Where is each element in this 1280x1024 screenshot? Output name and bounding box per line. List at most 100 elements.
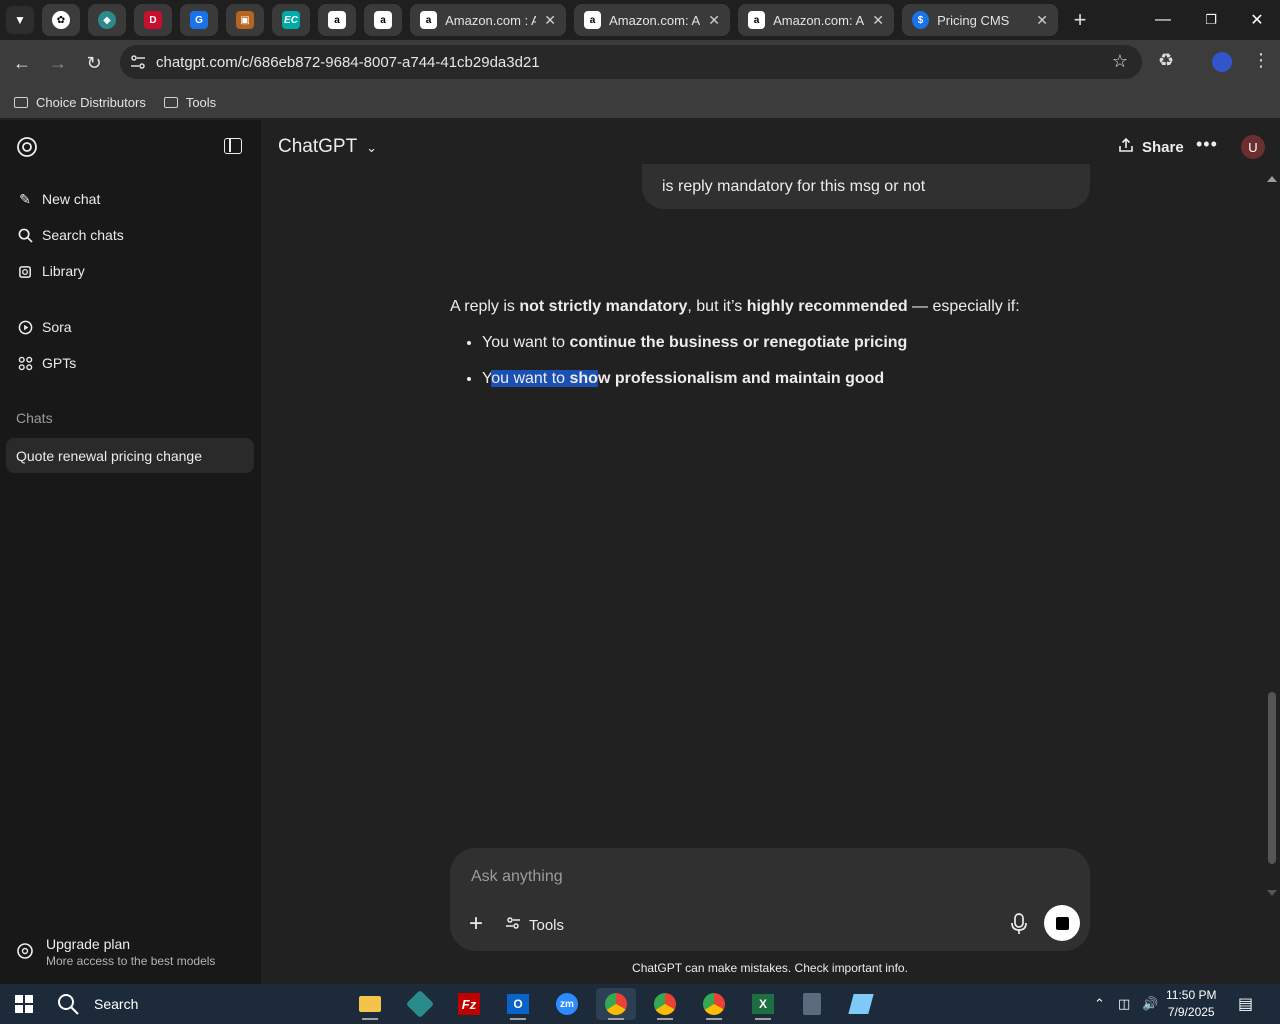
tab-amazon-1[interactable]: a Amazon.com : AL ✕ (410, 4, 566, 36)
forward-button[interactable]: → (40, 45, 76, 81)
taskbar-excel[interactable]: X (743, 988, 783, 1020)
microphone-icon[interactable] (1010, 912, 1028, 936)
user-message-text: is reply mandatory for this msg or not (662, 178, 926, 195)
start-button[interactable] (0, 984, 48, 1024)
close-window-button[interactable]: ✕ (1234, 0, 1280, 40)
scroll-down-arrow[interactable] (1267, 890, 1277, 896)
selected-text: ou want to (491, 370, 570, 387)
folder-icon (14, 96, 28, 108)
taskbar-file-explorer[interactable] (350, 988, 390, 1020)
restore-button[interactable]: ❐ (1188, 0, 1234, 40)
sidebar-toggle-icon[interactable] (224, 138, 242, 154)
taskbar-calculator[interactable] (792, 988, 832, 1020)
chatgpt-logo-icon: ✿ (52, 11, 70, 29)
text-span: — especially if: (907, 298, 1020, 315)
assistant-message: A reply is not strictly mandatory, but i… (450, 297, 1070, 405)
tab-search-button[interactable]: ▼ (6, 6, 34, 34)
taskbar-app-notes[interactable] (841, 988, 881, 1020)
upgrade-plan-button[interactable]: Upgrade plan More access to the best mod… (16, 936, 215, 968)
bookmarks-bar: Choice Distributors Tools (0, 86, 1280, 118)
extensions-icon[interactable]: ♻ (1158, 50, 1174, 71)
omnibox[interactable]: chatgpt.com/c/686eb872-9684-8007-a744-41… (120, 45, 1142, 79)
upgrade-title: Upgrade plan (46, 936, 131, 952)
bookmark-tools[interactable]: Tools (163, 95, 216, 110)
app-icon: ◆ (98, 11, 116, 29)
share-button[interactable]: Share (1118, 137, 1184, 157)
taskbar-zoom[interactable]: zm (547, 988, 587, 1020)
app-icon (848, 994, 874, 1014)
excel-icon: X (752, 994, 774, 1014)
taskbar-filezilla[interactable]: Fz (449, 988, 489, 1020)
taskbar-chrome-2[interactable] (645, 988, 685, 1020)
pinned-tab-5[interactable]: ▣ (226, 4, 264, 36)
text-span: Y (482, 370, 492, 387)
sidebar-item-sora[interactable]: Sora (16, 318, 72, 336)
tab-amazon-2[interactable]: a Amazon.com: AL ✕ (574, 4, 730, 36)
chevron-down-icon: ▼ (14, 13, 26, 27)
amazon-icon: a (374, 11, 392, 29)
pinned-tab-3[interactable]: D (134, 4, 172, 36)
scrollbar-thumb[interactable] (1268, 692, 1276, 864)
minimize-button[interactable]: — (1140, 0, 1186, 40)
site-info-icon[interactable] (130, 54, 146, 70)
network-icon[interactable]: ◫ (1118, 984, 1130, 1024)
amazon-icon: a (328, 11, 346, 29)
close-icon[interactable]: ✕ (544, 12, 556, 29)
pinned-tab-8[interactable]: a (364, 4, 402, 36)
chat-item-active[interactable]: Quote renewal pricing change (6, 438, 254, 473)
pinned-tab-6[interactable]: EC (272, 4, 310, 36)
pinned-tab-2[interactable]: ◆ (88, 4, 126, 36)
profile-avatar[interactable] (1212, 52, 1232, 72)
back-button[interactable]: ← (4, 45, 40, 81)
stop-generating-button[interactable] (1044, 905, 1080, 941)
bold-span: continue the business or renegotiate pri… (569, 334, 908, 351)
taskbar-outlook[interactable]: O (498, 988, 538, 1020)
app-icon: EC (282, 11, 300, 29)
model-selector[interactable]: ChatGPT ⌄ (278, 136, 377, 158)
text-span: , but it’s (687, 298, 747, 315)
chat-item-label: Quote renewal pricing change (16, 447, 203, 464)
taskbar-search[interactable]: Search (56, 992, 138, 1016)
sidebar-item-label: Sora (42, 319, 72, 335)
answer-bullet-list: You want to continue the business or ren… (450, 333, 1070, 389)
pinned-tab-4[interactable]: G (180, 4, 218, 36)
close-icon[interactable]: ✕ (1036, 12, 1048, 29)
amazon-icon: a (584, 11, 602, 29)
bookmark-choice-distributors[interactable]: Choice Distributors (14, 95, 146, 110)
more-options-icon[interactable]: ••• (1196, 134, 1218, 155)
reload-button[interactable]: ↻ (76, 45, 112, 81)
add-attachment-button[interactable]: + (469, 910, 483, 938)
sidebar-item-library[interactable]: Library (16, 262, 85, 280)
tools-button[interactable]: Tools (505, 915, 564, 935)
taskbar-clock[interactable]: 11:50 PM 7/9/2025 (1166, 987, 1216, 1021)
close-icon[interactable]: ✕ (708, 12, 720, 29)
scroll-up-arrow[interactable] (1267, 176, 1277, 182)
user-avatar[interactable]: U (1241, 135, 1265, 159)
bookmark-star-icon[interactable]: ☆ (1112, 51, 1128, 72)
user-message-bubble: is reply mandatory for this msg or not (642, 164, 1090, 209)
upgrade-subtitle: More access to the best models (46, 954, 216, 968)
tab-pricing-cms[interactable]: $ Pricing CMS ✕ (902, 4, 1058, 36)
volume-icon[interactable]: 🔊 (1142, 984, 1158, 1024)
chrome-icon (703, 993, 725, 1015)
tab-amazon-3[interactable]: a Amazon.com: Alg ✕ (738, 4, 894, 36)
taskbar-app-2[interactable] (400, 988, 440, 1020)
sidebar-item-gpts[interactable]: GPTs (16, 354, 76, 372)
new-tab-button[interactable]: + (1068, 7, 1092, 33)
library-icon (16, 262, 34, 280)
pinned-tab-chatgpt[interactable]: ✿ (42, 4, 80, 36)
search-icon (58, 994, 79, 1015)
browser-menu-icon[interactable]: ⋮ (1252, 50, 1270, 71)
openai-logo-icon[interactable] (16, 136, 38, 158)
taskbar-chrome-3[interactable] (694, 988, 734, 1020)
clock-time: 11:50 PM (1166, 988, 1217, 1002)
sidebar-item-search-chats[interactable]: Search chats (16, 226, 124, 244)
pinned-tab-7[interactable]: a (318, 4, 356, 36)
filezilla-icon: Fz (458, 993, 480, 1015)
notifications-icon[interactable]: ▤ (1238, 984, 1253, 1024)
sidebar-item-new-chat[interactable]: ✎ New chat (16, 190, 100, 208)
close-icon[interactable]: ✕ (872, 12, 884, 29)
tray-overflow-icon[interactable]: ⌃ (1094, 984, 1105, 1024)
taskbar-chrome-1[interactable] (596, 988, 636, 1020)
prompt-input[interactable]: Ask anything (471, 868, 563, 886)
